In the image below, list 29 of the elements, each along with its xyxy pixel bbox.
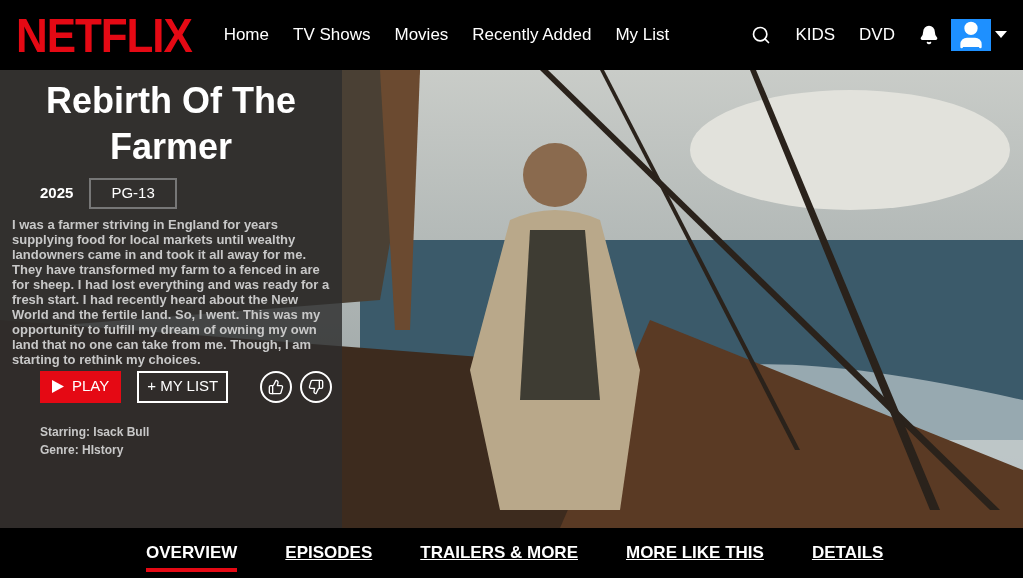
nav-link[interactable]: Home [223, 22, 269, 48]
nav-link[interactable]: Movies [394, 22, 449, 48]
detail-tab[interactable]: DETAILS [811, 540, 884, 566]
nav-link[interactable]: Recently Added [472, 22, 592, 48]
nav-link[interactable]: KIDS [795, 22, 836, 48]
show-title: Rebirth Of The Farmer [45, 79, 297, 169]
like-button[interactable] [260, 370, 293, 403]
bell-icon[interactable] [919, 25, 939, 45]
play-button[interactable]: PLAY [40, 370, 122, 403]
caret-icon[interactable] [995, 31, 1007, 39]
thumbs-up-icon [268, 378, 285, 395]
my-list-button[interactable]: + MY LIST [137, 370, 229, 403]
detail-tab[interactable]: MORE LIKE THIS [626, 540, 764, 566]
genre: Genre: HIstory [40, 441, 125, 459]
starring: Starring: Isack Bull [40, 423, 151, 441]
search-icon[interactable] [751, 25, 772, 45]
release-year: 2025 [40, 183, 74, 203]
detail-tab[interactable]: EPISODES [285, 540, 373, 566]
play-icon [52, 380, 64, 393]
thumbs-down-icon [308, 378, 325, 395]
detail-tab[interactable]: OVERVIEW [146, 540, 238, 572]
netflix-logo[interactable]: NETFLIX [16, 10, 192, 60]
detail-tab[interactable]: TRAILERS & MORE [420, 540, 578, 566]
age-rating: PG-13 [89, 178, 177, 209]
dislike-button[interactable] [300, 370, 333, 403]
description: I was a farmer striving in England for years supplying food for local markets until wealthy landowners came in and took it all away for me. They have transformed my farm to a fenced in are for sheep. I had lost everything and was ready for a fresh start. I had recently heard about the New World and the fertile land. So, I went. This was my opportunity to fulfill my dream of owning my own land that no one can take from me. Though, I am starting to rethink my choices. [12, 216, 331, 367]
nav-link[interactable]: DVD [859, 22, 895, 48]
nav-link[interactable]: My List [615, 22, 670, 48]
nav-link[interactable]: TV Shows [293, 22, 371, 48]
